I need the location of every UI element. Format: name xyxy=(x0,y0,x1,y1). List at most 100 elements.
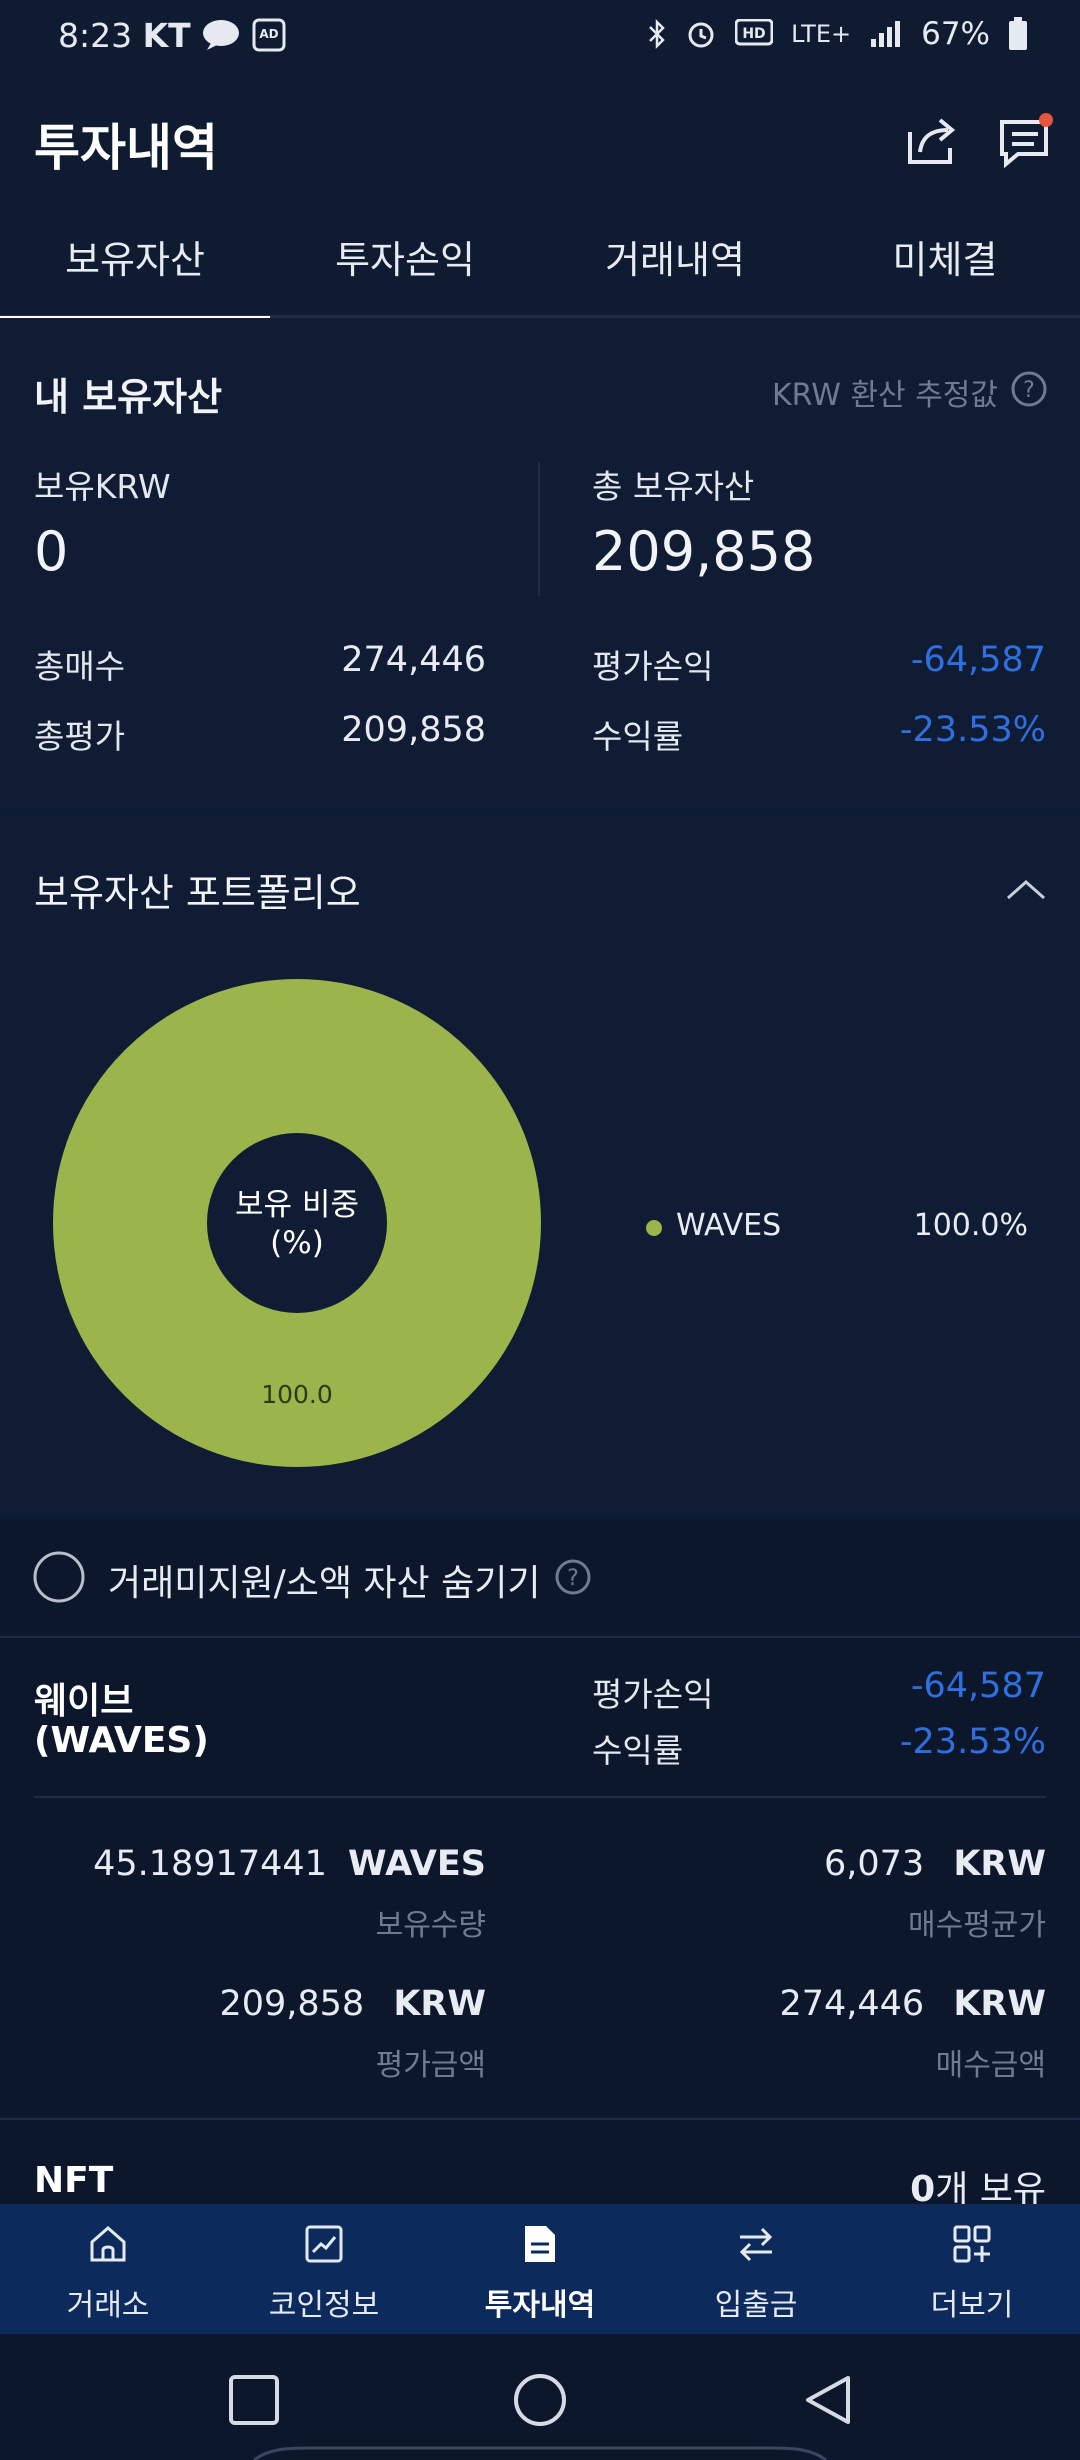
portfolio-section: 보유자산 포트폴리오 보유 비중 (%) 100.0 WAVES 100.0% xyxy=(0,812,1080,1518)
buy-amount-label: 매수금액 xyxy=(935,2048,1046,2083)
estimate-note: KRW 환산 추정값 xyxy=(771,378,998,413)
battery-percent: 67% xyxy=(921,16,990,52)
nav-coin-info-label: 코인정보 xyxy=(268,2288,380,2323)
battery-icon xyxy=(1009,17,1027,50)
total-buy-label: 총매수 xyxy=(34,647,126,686)
nft-label: NFT xyxy=(34,2160,114,2201)
eval-amount: 209,858 KRW xyxy=(219,1984,486,2024)
asset-rate-value: -23.53% xyxy=(899,1722,1046,1762)
chevron-up-icon[interactable] xyxy=(1004,876,1048,902)
recent-apps-icon[interactable] xyxy=(228,2374,280,2426)
holdings-summary: 내 보유자산 KRW 환산 추정값 ? 보유KRW 0 총 보유자산 209,8… xyxy=(0,318,1080,810)
nav-deposit-withdraw[interactable]: 입출금 xyxy=(648,2204,864,2334)
avg-buy-price-unit: KRW xyxy=(953,1844,1046,1884)
share-icon[interactable] xyxy=(900,108,964,172)
krw-value: 0 xyxy=(34,520,69,583)
holding-qty-label: 보유수량 xyxy=(375,1908,486,1943)
asset-pl-label: 평가손익 xyxy=(592,1675,714,1714)
buy-amount: 274,446 KRW xyxy=(779,1984,1046,2024)
total-assets-label: 총 보유자산 xyxy=(592,467,755,506)
document-icon xyxy=(525,2226,555,2262)
svg-text:?: ? xyxy=(567,1566,579,1591)
nft-row[interactable]: NFT 0개 보유 xyxy=(0,2118,1080,2210)
signal-icon xyxy=(871,21,901,47)
nav-more-label: 더보기 xyxy=(930,2288,1014,2323)
status-bar: 8:23 KT AD HD LTE+ 67% xyxy=(0,0,1080,78)
home-button-icon[interactable] xyxy=(512,2372,568,2428)
gesture-bar xyxy=(253,2446,827,2460)
asset-rate-label: 수익률 xyxy=(592,1731,684,1770)
transfer-icon xyxy=(739,2227,773,2262)
eval-amount-unit: KRW xyxy=(393,1984,486,2024)
tab-unfilled[interactable]: 미체결 xyxy=(810,210,1080,318)
nav-deposit-withdraw-label: 입출금 xyxy=(714,2288,798,2323)
system-nav-bar xyxy=(0,2334,1080,2460)
help-icon[interactable]: ? xyxy=(1010,370,1048,408)
nav-exchange[interactable]: 거래소 xyxy=(0,2204,216,2334)
back-icon[interactable] xyxy=(800,2372,856,2428)
donut-center-label: 보유 비중 (%) xyxy=(50,1186,544,1262)
message-icon[interactable] xyxy=(994,108,1058,172)
home-icon xyxy=(90,2226,126,2262)
hd-icon: HD xyxy=(735,19,774,46)
total-eval-label: 총평가 xyxy=(34,717,126,756)
carrier: KT xyxy=(142,16,191,55)
eval-pl-label: 평가손익 xyxy=(592,647,714,686)
nav-more[interactable]: 더보기 xyxy=(864,2204,1080,2334)
total-assets-value: 209,858 xyxy=(592,520,816,583)
donut-center-line1: 보유 비중 xyxy=(235,1187,359,1223)
radio-unchecked-icon[interactable] xyxy=(32,1550,86,1604)
eval-amount-value: 209,858 xyxy=(219,1984,365,2024)
bluetooth-icon xyxy=(649,18,665,50)
alarm-icon xyxy=(688,22,714,48)
total-buy-value: 274,446 xyxy=(341,640,486,680)
donut-center-line2: (%) xyxy=(270,1225,324,1261)
svg-text:HD: HD xyxy=(742,26,765,42)
avg-buy-price: 6,073 KRW xyxy=(824,1844,1046,1884)
nav-coin-info[interactable]: 코인정보 xyxy=(216,2204,432,2334)
asset-pl-value: -64,587 xyxy=(910,1666,1046,1706)
talk-icon xyxy=(203,20,240,50)
hide-small-assets-label: 거래미지원/소액 자산 숨기기 xyxy=(108,1563,541,1604)
nav-investment-history-label: 투자내역 xyxy=(484,2288,596,2323)
clock: 8:23 xyxy=(58,16,133,55)
legend-dot-icon xyxy=(646,1220,662,1236)
legend-name: WAVES xyxy=(676,1208,782,1243)
network-type: LTE+ xyxy=(791,20,852,48)
summary-divider xyxy=(538,462,540,596)
buy-amount-value: 274,446 xyxy=(779,1984,925,2024)
tab-trade-history[interactable]: 거래내역 xyxy=(540,210,810,318)
portfolio-title: 보유자산 포트폴리오 xyxy=(34,871,361,915)
krw-label: 보유KRW xyxy=(34,467,171,506)
ad-blocker-icon: AD xyxy=(252,18,286,52)
tab-holdings[interactable]: 보유자산 xyxy=(0,210,270,321)
total-eval-value: 209,858 xyxy=(341,710,486,750)
tab-profit-loss[interactable]: 투자손익 xyxy=(270,210,540,318)
holding-qty-value: 45.18917441 xyxy=(93,1844,327,1884)
donut-slice-label: 100.0 xyxy=(261,1380,333,1409)
asset-name-kr: 웨이브 xyxy=(34,1681,134,1722)
svg-text:?: ? xyxy=(1023,378,1035,403)
help-icon[interactable]: ? xyxy=(554,1558,592,1596)
nav-investment-history[interactable]: 투자내역 xyxy=(432,2204,648,2334)
chart-icon xyxy=(305,2225,343,2263)
legend-value: 100.0% xyxy=(913,1208,1028,1243)
eval-pl-value: -64,587 xyxy=(910,640,1046,680)
svg-text:AD: AD xyxy=(259,27,278,41)
page-title: 투자내역 xyxy=(34,119,218,177)
holding-qty-unit: WAVES xyxy=(348,1844,486,1884)
buy-amount-unit: KRW xyxy=(953,1984,1046,2024)
avg-buy-price-label: 매수평균가 xyxy=(908,1908,1046,1943)
avg-buy-price-value: 6,073 xyxy=(823,1844,925,1884)
return-rate-label: 수익률 xyxy=(592,717,684,756)
eval-amount-label: 평가금액 xyxy=(375,2048,486,2083)
tab-bar: 보유자산 투자손익 거래내역 미체결 xyxy=(0,210,1080,321)
more-grid-icon xyxy=(953,2225,991,2263)
asset-card-waves[interactable]: 웨이브 (WAVES) 평가손익 -64,587 수익률 -23.53% 45.… xyxy=(0,1636,1080,2116)
bottom-nav: 거래소 코인정보 투자내역 입출금 더보기 xyxy=(0,2204,1080,2334)
asset-divider xyxy=(34,1796,1046,1798)
status-right: HD LTE+ 67% xyxy=(647,16,1028,52)
hide-small-assets-row[interactable]: 거래미지원/소액 자산 숨기기 ? xyxy=(0,1520,1080,1634)
return-rate-value: -23.53% xyxy=(899,710,1046,750)
nav-exchange-label: 거래소 xyxy=(66,2288,150,2323)
